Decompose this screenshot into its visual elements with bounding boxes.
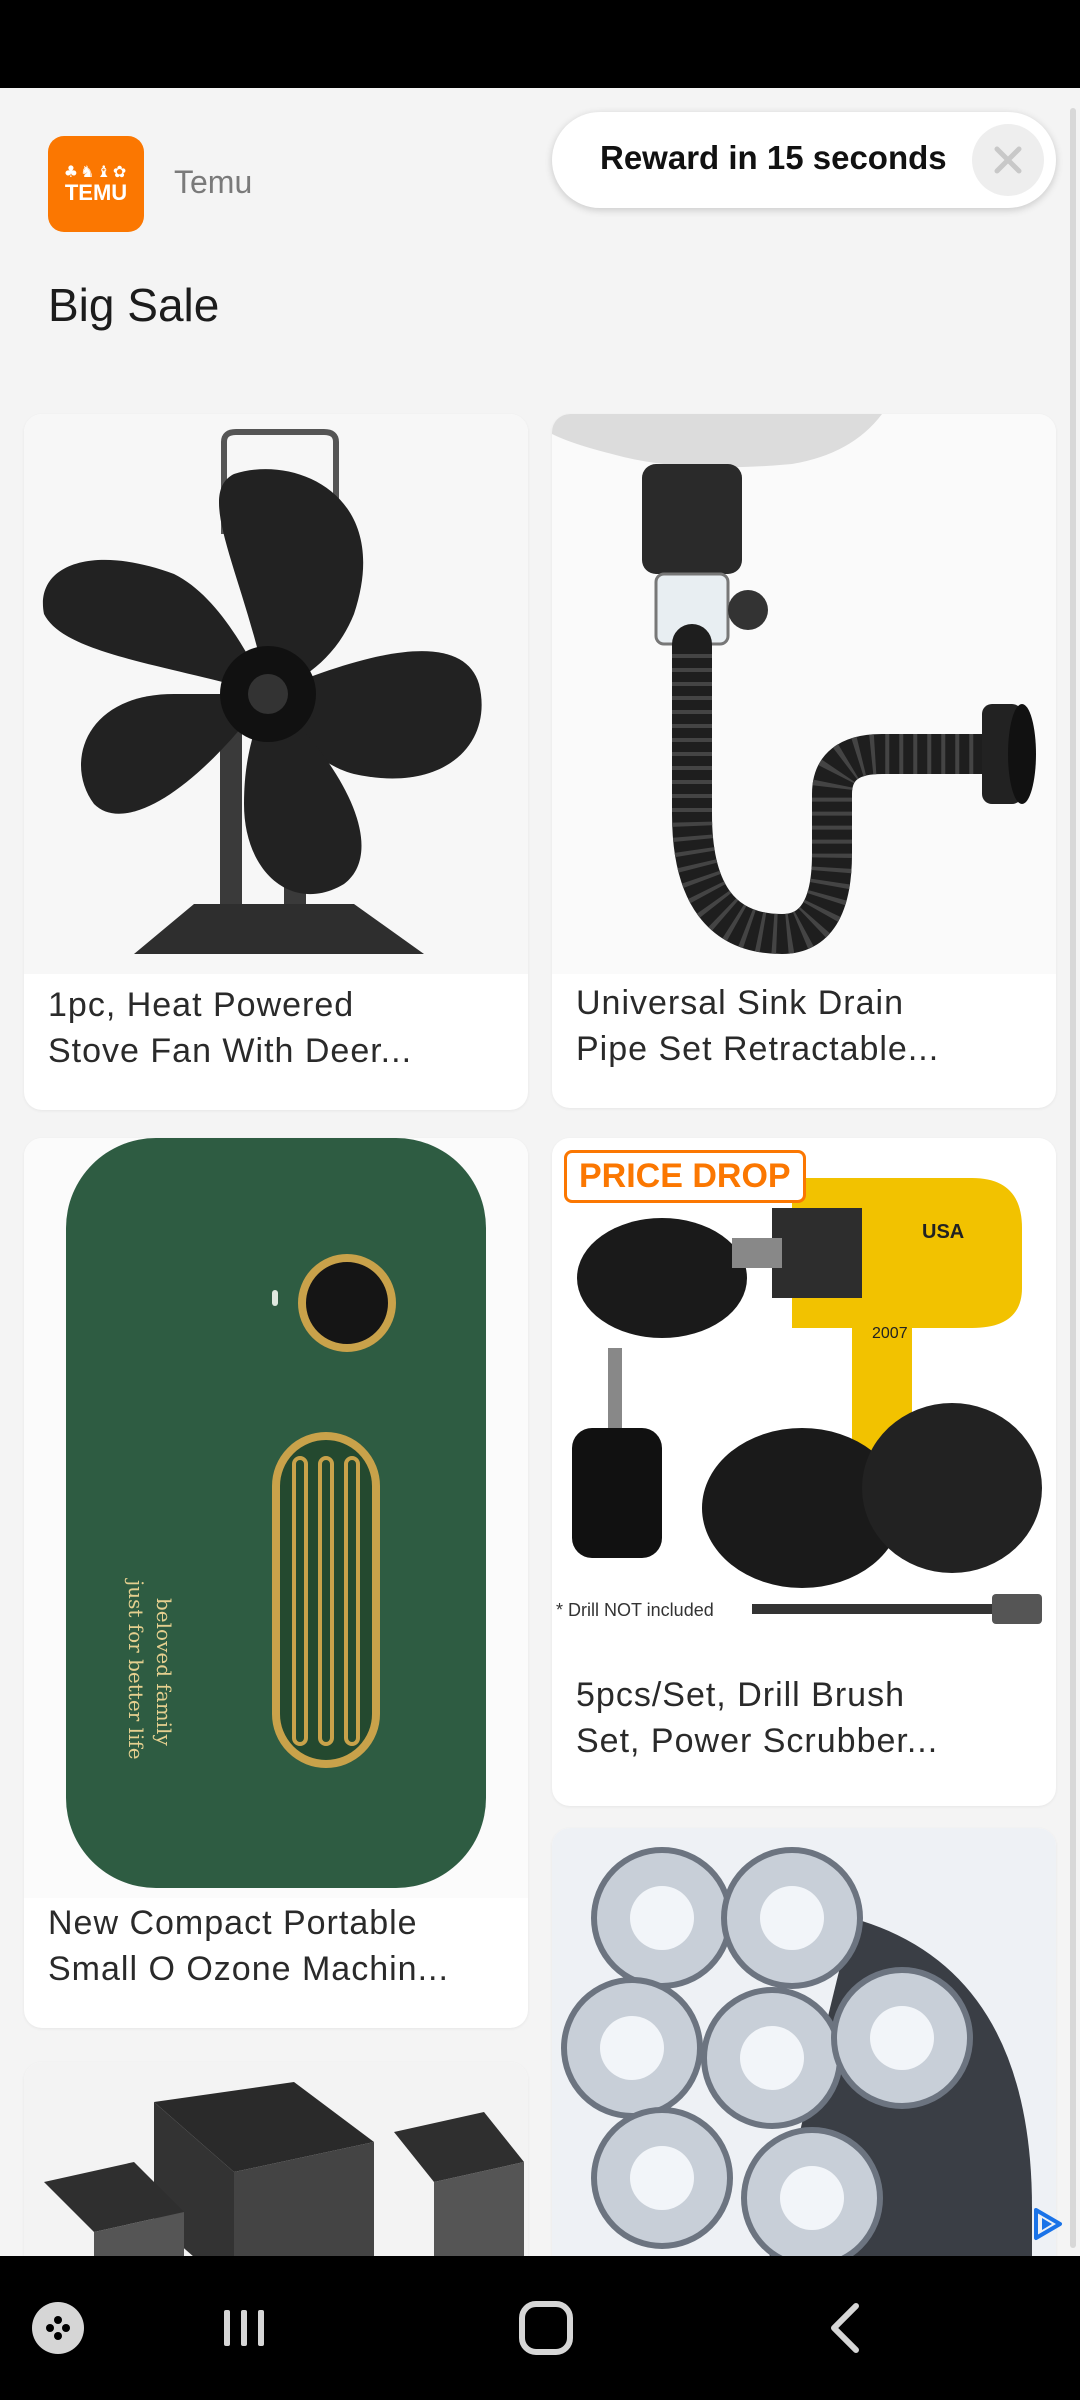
scrollbar[interactable] — [1070, 108, 1076, 2248]
close-icon — [994, 146, 1022, 174]
ad-container[interactable]: ♣♞♝✿ TEMU Temu Big Sale Reward in 15 sec… — [0, 88, 1080, 2256]
price-drop-badge: PRICE DROP — [564, 1150, 806, 1203]
product-title-line2: Set, Power Scrubber... — [576, 1722, 939, 1760]
product-image-ozone-machine: beloved family just for better life — [24, 1138, 528, 1898]
recent-apps-icon — [224, 2310, 264, 2346]
adchoices-icon[interactable] — [1030, 2206, 1066, 2242]
drill-note: * Drill NOT included — [556, 1600, 714, 1620]
home-icon — [519, 2301, 573, 2355]
game-launcher-button[interactable] — [18, 2288, 98, 2368]
status-bar — [0, 0, 1080, 88]
product-title-line1: 1pc, Heat Powered — [48, 986, 355, 1024]
logo-glyphs: ♣♞♝✿ — [63, 162, 129, 181]
home-button[interactable] — [506, 2288, 586, 2368]
product-title-line2: Pipe Set Retractable... — [576, 1030, 940, 1068]
close-button[interactable] — [972, 124, 1044, 196]
reward-text: Reward in 15 seconds — [600, 139, 947, 176]
product-card-drill-brush[interactable]: USA 2007 * Drill NOT included PRICE DROP… — [552, 1138, 1056, 1806]
temu-logo[interactable]: ♣♞♝✿ TEMU — [48, 136, 144, 232]
drill-brand-text: USA — [922, 1221, 964, 1243]
back-button[interactable] — [808, 2288, 888, 2368]
advertiser-name[interactable]: Temu — [174, 164, 252, 201]
product-title-line1: Universal Sink Drain — [576, 984, 904, 1022]
game-launcher-icon — [32, 2302, 84, 2354]
ad-headline[interactable]: Big Sale — [48, 278, 219, 332]
product-card-shaver[interactable] — [552, 1828, 1056, 2256]
product-image-stove-fan — [24, 414, 528, 974]
product-title-line1: 5pcs/Set, Drill Brush — [576, 1676, 905, 1714]
product-image-partial-1 — [24, 2062, 528, 2256]
ozone-text-2: just for better life — [124, 1580, 148, 1760]
logo-wordmark: TEMU — [64, 180, 128, 205]
product-card-stove-fan[interactable]: 1pc, Heat Powered Stove Fan With Deer... — [24, 414, 528, 1110]
product-image-sink-drain — [552, 414, 1056, 974]
product-title-line2: Small O Ozone Machin... — [48, 1950, 449, 1988]
product-image-drill-brush: USA 2007 * Drill NOT included PRICE DROP — [552, 1138, 1056, 1646]
recent-apps-button[interactable] — [204, 2288, 284, 2368]
ozone-device: beloved family just for better life — [66, 1138, 486, 1888]
navigation-bar — [0, 2256, 1080, 2400]
product-title-line2: Stove Fan With Deer... — [48, 1032, 413, 1070]
ozone-text-1: beloved family — [152, 1598, 176, 1746]
back-icon — [831, 2303, 859, 2353]
product-card-ozone-machine[interactable]: beloved family just for better life New … — [24, 1138, 528, 2028]
reward-countdown: Reward in 15 seconds — [552, 112, 1056, 208]
product-title-line1: New Compact Portable — [48, 1904, 418, 1942]
product-image-shaver — [552, 1828, 1056, 2256]
product-card-sink-drain[interactable]: Universal Sink Drain Pipe Set Retractabl… — [552, 414, 1056, 1108]
drill-year-text: 2007 — [872, 1325, 908, 1342]
product-card-partial-1[interactable] — [24, 2062, 528, 2256]
